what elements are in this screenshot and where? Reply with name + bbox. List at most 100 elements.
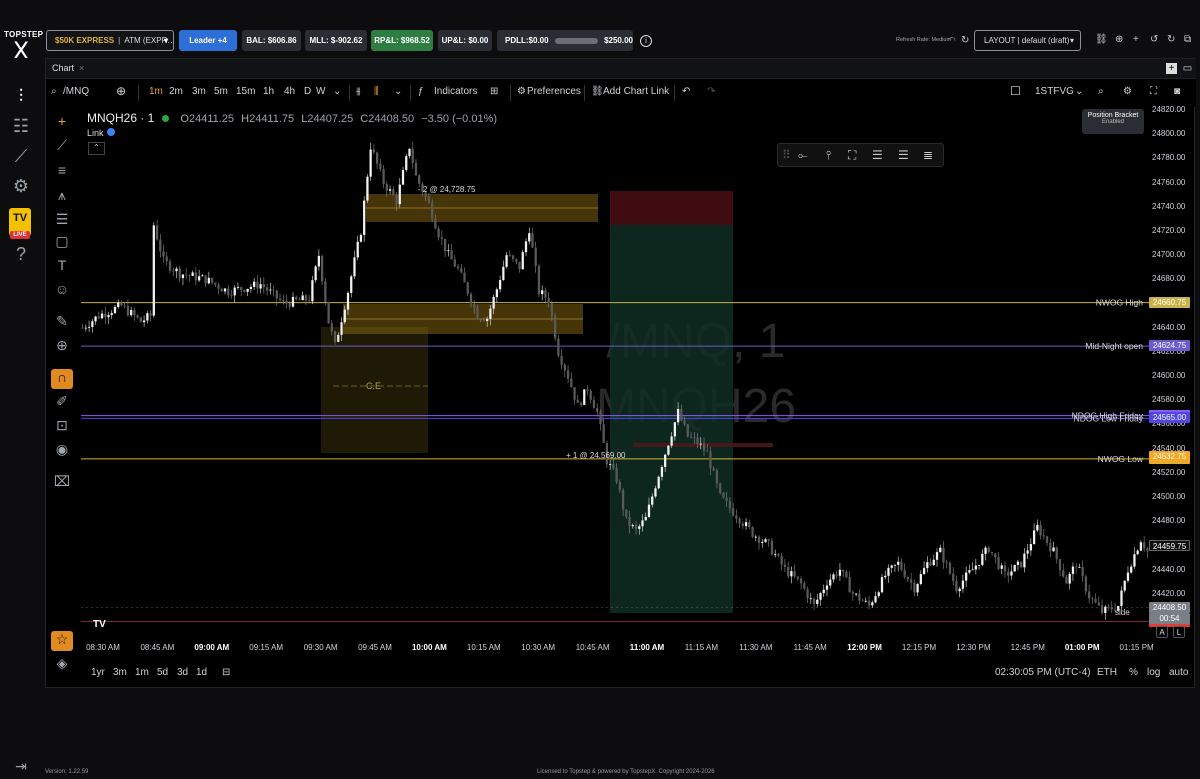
timeframe-3m[interactable]: 3m: [192, 86, 206, 97]
range-3m[interactable]: 3m: [113, 667, 127, 678]
maximize-icon[interactable]: ▭: [1182, 63, 1193, 74]
indicators-icon[interactable]: ƒ: [418, 86, 424, 97]
template-selector[interactable]: 1STFVG: [1035, 86, 1074, 97]
undo-icon[interactable]: ↺: [1150, 34, 1158, 45]
session-toggle[interactable]: ETH: [1097, 667, 1117, 678]
trend-line-icon[interactable]: ⟋: [51, 137, 73, 157]
box-icon[interactable]: ⛶: [848, 148, 856, 163]
timeframe-W[interactable]: W: [316, 86, 325, 97]
price-chart[interactable]: /MNQ, 1MNQH26C.ENWOG HighMid-Night openN…: [81, 107, 1149, 627]
long-position-icon[interactable]: ☰: [872, 148, 883, 162]
link-icon[interactable]: ⛓: [591, 86, 604, 97]
add-panel-icon[interactable]: +: [1166, 63, 1177, 74]
timeframe-1m[interactable]: 1m: [149, 86, 163, 97]
bar-type-icon[interactable]: ⫵: [356, 86, 361, 97]
timeframe-D[interactable]: D: [304, 86, 311, 97]
candle-body: [1094, 598, 1097, 603]
chart-icon[interactable]: ⫶: [9, 84, 33, 108]
compare-icon[interactable]: ⊕: [116, 84, 126, 98]
timeframe-1h[interactable]: 1h: [263, 86, 274, 97]
percent-toggle[interactable]: %: [1129, 667, 1138, 678]
lock-scale-button[interactable]: L: [1173, 626, 1185, 638]
analytics-icon[interactable]: ⟋: [9, 144, 33, 168]
rectangle-icon[interactable]: ▢: [51, 233, 73, 253]
zoom-in-icon[interactable]: ⊕: [51, 337, 73, 357]
range-1yr[interactable]: 1yr: [91, 667, 105, 678]
templates-icon[interactable]: ⊞: [490, 86, 498, 97]
candlestick-icon[interactable]: ⫼: [374, 86, 379, 97]
undo-icon[interactable]: ↶: [682, 86, 690, 97]
settings-icon[interactable]: ⚙: [1123, 86, 1132, 97]
close-icon[interactable]: ×: [79, 63, 84, 73]
ruler-icon[interactable]: ✎: [51, 313, 73, 333]
tab-chart[interactable]: Chart ×: [52, 63, 84, 73]
lock-drawing-icon[interactable]: ✐: [51, 393, 73, 413]
range-1d[interactable]: 1d: [196, 667, 207, 678]
fullscreen-icon[interactable]: ⛶: [1150, 86, 1157, 97]
settings-icon[interactable]: ⚙: [9, 174, 33, 198]
pattern-icon[interactable]: ⩚: [51, 187, 73, 207]
indicators-button[interactable]: Indicators: [434, 86, 477, 97]
emoji-icon[interactable]: ☺: [51, 281, 73, 301]
trash-icon[interactable]: ⌧: [51, 473, 73, 493]
logout-icon[interactable]: ⇥: [9, 754, 33, 778]
timeframe-2m[interactable]: 2m: [169, 86, 183, 97]
chevron-down-icon[interactable]: ⌄: [1075, 86, 1083, 97]
add-chart-link-button[interactable]: Add Chart Link: [603, 86, 669, 97]
time-axis[interactable]: 08:30 AM 08:45 AM 09:00 AM 09:15 AM 09:30 AM…: [81, 643, 1154, 659]
log-toggle[interactable]: log: [1147, 667, 1160, 678]
leader-button[interactable]: Leader +4: [179, 30, 237, 51]
plus-icon[interactable]: +: [1133, 34, 1139, 45]
unlock-icon[interactable]: ⊡: [51, 417, 73, 437]
redo-icon[interactable]: ↻: [1167, 34, 1175, 45]
timeframe-5m[interactable]: 5m: [214, 86, 228, 97]
timeframe-15m[interactable]: 15m: [236, 86, 255, 97]
collapse-legend-button[interactable]: ⌃: [88, 142, 105, 155]
range-5d[interactable]: 5d: [157, 667, 168, 678]
symbol-search[interactable]: /MNQ: [63, 86, 89, 97]
divider: [510, 85, 511, 101]
eye-icon[interactable]: ◉: [51, 441, 73, 461]
fib-icon[interactable]: ☰: [51, 211, 73, 231]
layers-icon[interactable]: ◈: [51, 655, 73, 675]
text-icon[interactable]: T: [51, 257, 73, 277]
layout-grid-icon[interactable]: ⧉: [1184, 34, 1191, 45]
preferences-button[interactable]: Preferences: [527, 86, 581, 97]
help-icon[interactable]: ?: [9, 242, 33, 266]
add-icon[interactable]: ⊕: [1115, 34, 1123, 45]
horizontal-lines-icon[interactable]: ≡: [51, 162, 73, 182]
fib-retracement-icon[interactable]: ≣: [923, 148, 933, 162]
preferences-icon[interactable]: ⚙: [517, 86, 526, 97]
drag-handle-icon[interactable]: ⠿: [782, 148, 791, 162]
chart-canvas[interactable]: /MNQ, 1MNQH26C.ENWOG HighMid-Night openN…: [81, 107, 1149, 627]
crosshair-icon[interactable]: +: [51, 113, 73, 133]
camera-icon[interactable]: ◙: [1174, 86, 1180, 97]
community-icon[interactable]: ☷: [9, 114, 33, 138]
redo-icon[interactable]: ↷: [707, 86, 715, 97]
tv-live-icon[interactable]: TV LIVE: [9, 208, 31, 239]
chevron-down-icon[interactable]: ⌄: [394, 86, 402, 97]
search-icon[interactable]: ⌕: [51, 86, 57, 97]
vertical-line-icon[interactable]: ⫯: [826, 148, 831, 163]
timeframe-4h[interactable]: 4h: [284, 86, 295, 97]
refresh-icon[interactable]: ↻: [961, 35, 969, 46]
auto-scale-button[interactable]: A: [1156, 626, 1168, 638]
range-3d[interactable]: 3d: [177, 667, 188, 678]
link-label[interactable]: Link: [87, 128, 115, 138]
range-1m[interactable]: 1m: [135, 667, 149, 678]
magnet-icon[interactable]: ∩: [51, 369, 73, 389]
short-position-icon[interactable]: ☰: [898, 148, 909, 162]
layout-selector[interactable]: LAYOUT | default (draft) ▾: [974, 30, 1081, 51]
auto-toggle[interactable]: auto: [1169, 667, 1188, 678]
zoom-search-icon[interactable]: ⌕: [1098, 86, 1104, 97]
horizontal-ray-icon[interactable]: ⟜: [798, 148, 808, 163]
chevron-down-icon[interactable]: ⌄: [333, 86, 341, 97]
account-selector[interactable]: $50K EXPRESS | ATM (EXPR… ▾: [46, 30, 174, 51]
info-icon[interactable]: i: [640, 35, 652, 47]
checkbox-icon[interactable]: ☐: [1010, 84, 1021, 98]
link-icon[interactable]: ⛓: [1095, 34, 1108, 45]
candle-body: [935, 552, 939, 560]
date-range-icon[interactable]: ⊟: [222, 667, 230, 678]
candle-body: [1007, 571, 1010, 576]
favorites-star-icon[interactable]: ☆: [51, 631, 73, 651]
